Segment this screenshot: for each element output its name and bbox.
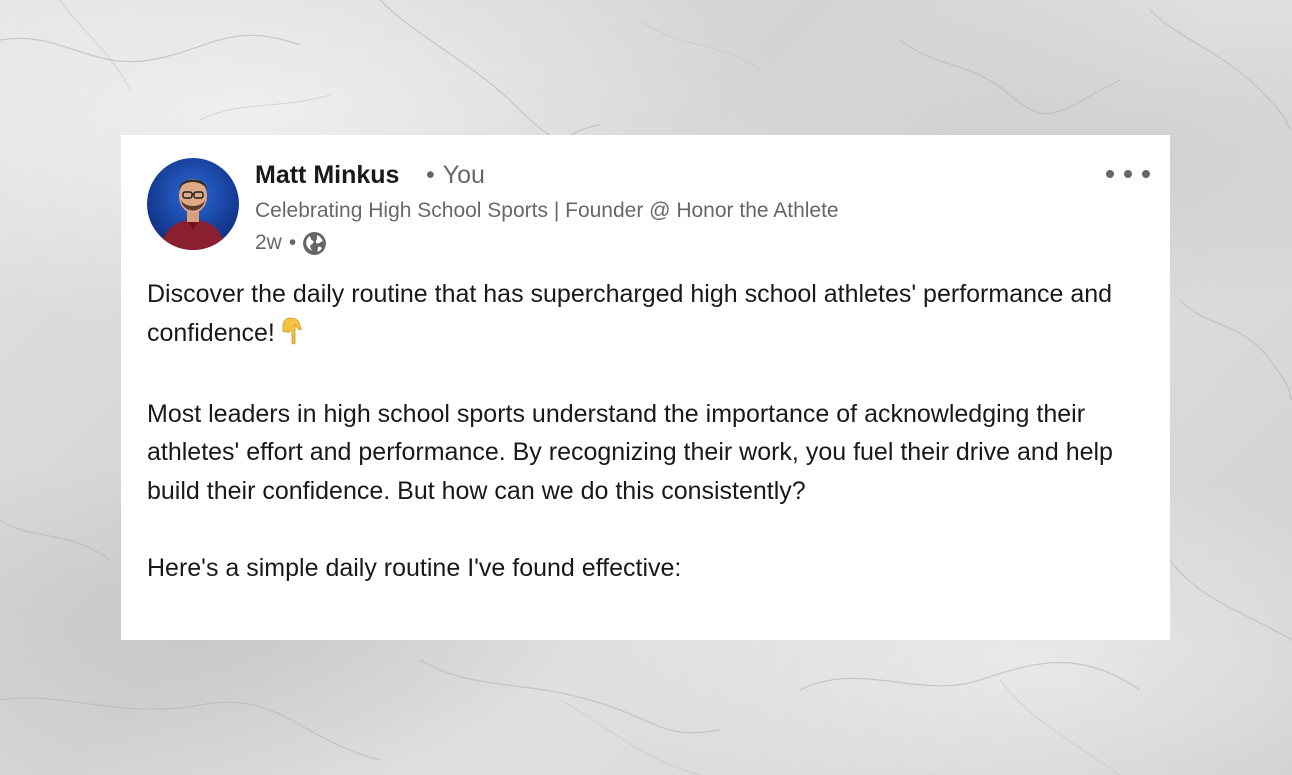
globe-icon <box>302 231 327 256</box>
author-headline: Celebrating High School Sports | Founder… <box>255 199 839 222</box>
author-avatar[interactable] <box>147 158 239 250</box>
separator-dot: • <box>426 161 435 189</box>
more-options-button[interactable] <box>1106 163 1150 185</box>
ellipsis-dot <box>1124 170 1132 178</box>
separator-dot: • <box>288 231 297 254</box>
post-time[interactable]: 2w <box>255 231 282 255</box>
ellipsis-dot <box>1106 170 1114 178</box>
pointing-down-icon <box>281 317 303 357</box>
post-paragraph: Here's a simple daily routine I've found… <box>147 553 682 582</box>
profile-photo-icon <box>161 179 225 250</box>
author-name[interactable]: Matt Minkus <box>255 161 399 190</box>
ellipsis-dot <box>1142 170 1150 178</box>
post-card: Matt Minkus • You Celebrating High School… <box>121 135 1170 640</box>
relation-label: You <box>442 161 485 189</box>
post-paragraph: Discover the daily routine that has supe… <box>147 275 1137 356</box>
post-paragraph: Most leaders in high school sports under… <box>147 399 1113 505</box>
author-relation: • You <box>426 161 485 190</box>
post-body: Discover the daily routine that has supe… <box>147 275 1137 626</box>
post-meta: 2w • <box>255 229 327 257</box>
